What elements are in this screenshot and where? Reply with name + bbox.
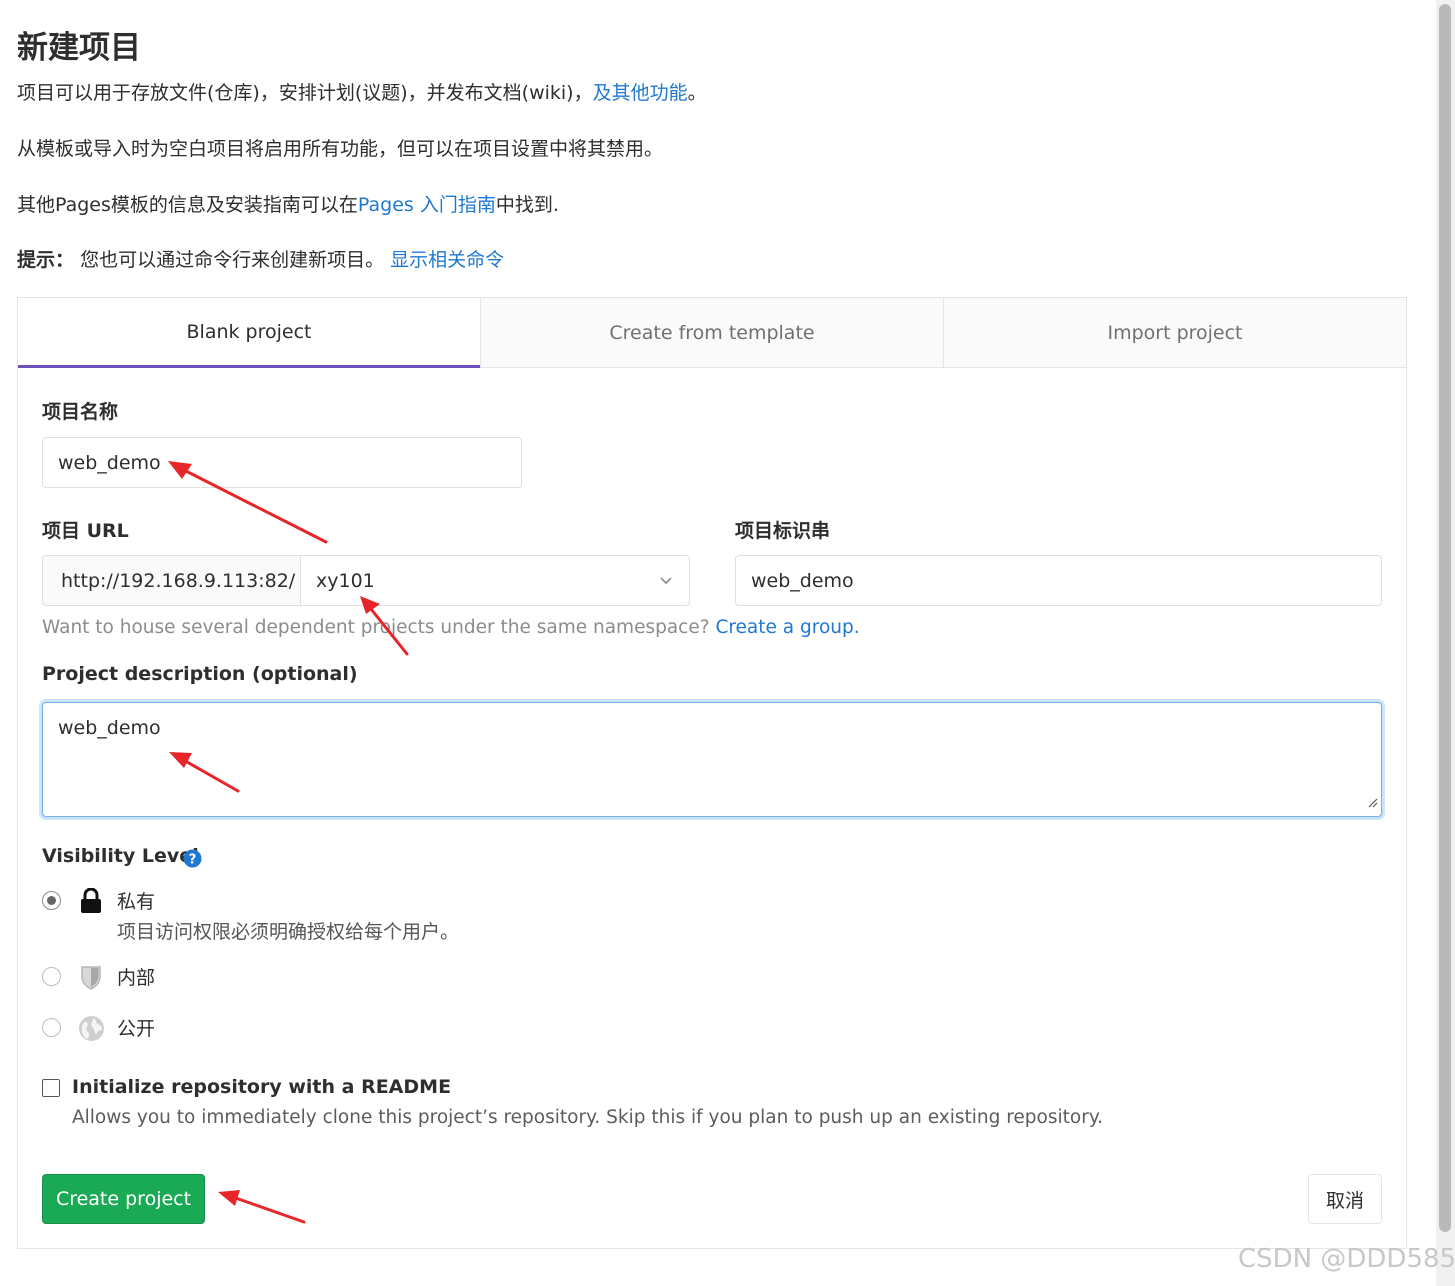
watermark: CSDN @DDD585 xyxy=(1238,1244,1455,1274)
annotation-arrow-create xyxy=(218,1190,306,1224)
scrollbar-thumb[interactable] xyxy=(1439,4,1451,1232)
annotation-arrows xyxy=(168,461,409,1224)
annotation-arrow-description xyxy=(169,752,240,793)
annotation-arrow-name xyxy=(168,461,328,544)
annotation-arrow-namespace xyxy=(360,596,409,656)
